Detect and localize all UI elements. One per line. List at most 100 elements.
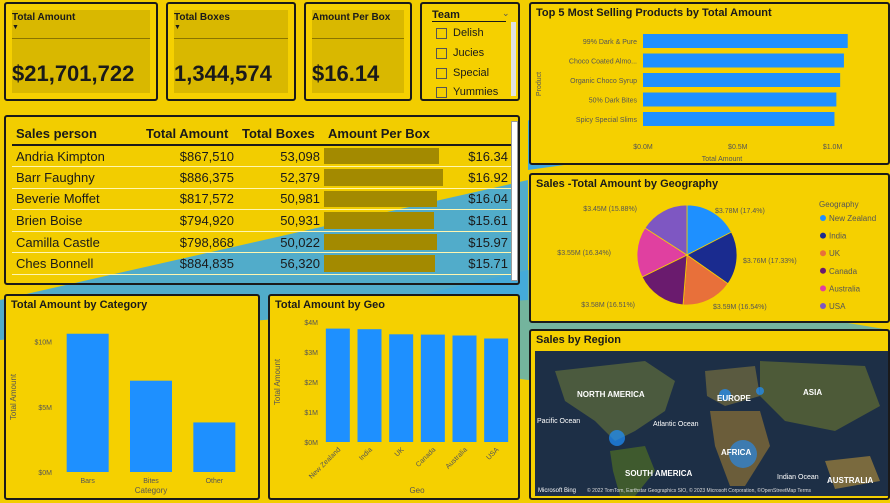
slicer-title: Team	[432, 9, 506, 22]
scrollbar[interactable]	[511, 22, 516, 96]
cell-boxes: 50,022	[238, 231, 324, 254]
cell-name: Ches Bonnell	[12, 252, 142, 276]
kpi-card-total-amount[interactable]: Total Amount ▼ $21,701,722	[4, 2, 158, 101]
cell-name: Beverie Moffet	[12, 188, 142, 211]
tick-label: $1.0M	[823, 144, 843, 151]
axis-label: Total Amount	[273, 358, 282, 405]
tick-label: Canada	[415, 446, 437, 468]
table-row[interactable]: Camilla Castle $798,868 50,022 $15.97	[12, 231, 512, 254]
slice-label: $3.78M (17.4%)	[715, 208, 765, 215]
tick-label: $0M	[304, 440, 318, 447]
cell-per-box: $15.61	[324, 209, 512, 232]
kpi-card-total-boxes[interactable]: Total Boxes ▼ 1,344,574	[166, 2, 296, 101]
column-header[interactable]: Total Boxes	[238, 123, 324, 146]
slicer-item-label: Jucies	[453, 47, 485, 59]
axis-label: Total Amount	[9, 373, 18, 420]
cell-amount: $867,510	[142, 145, 238, 168]
kpi-card-amount-per-box[interactable]: Amount Per Box $16.14	[304, 2, 412, 101]
legend-item: New Zealand	[829, 214, 876, 223]
slice-label: $3.76M (17.33%)	[743, 258, 797, 265]
cell-value: $16.34	[468, 148, 508, 164]
tick-label: $2M	[304, 380, 318, 387]
slicer-item[interactable]: Special	[436, 67, 489, 79]
chart-title: Total Amount by Category	[11, 299, 148, 311]
slicer-item[interactable]: Jucies	[436, 47, 484, 59]
map-label: ASIA	[803, 388, 822, 397]
divider	[312, 38, 404, 39]
bar	[389, 334, 414, 442]
cell-boxes: 52,379	[238, 166, 324, 189]
cell-value: $16.92	[468, 169, 508, 185]
cell-amount: $794,920	[142, 209, 238, 232]
legend-item: Canada	[829, 267, 858, 276]
kpi-label: Total Amount	[12, 12, 76, 23]
checkbox[interactable]	[436, 27, 447, 39]
cell-boxes: 56,320	[238, 252, 324, 276]
column-header[interactable]: Total Amount	[142, 123, 238, 146]
caret-down-icon: ▼	[174, 24, 181, 31]
chart-title: Top 5 Most Selling Products by Total Amo…	[536, 7, 772, 19]
tick-label: Other	[206, 478, 224, 485]
divider	[174, 38, 288, 39]
cell-name: Camilla Castle	[12, 231, 142, 254]
category-chart-card[interactable]: Total Amount by Category $0M $5M $10M Bars B…	[4, 294, 260, 500]
cell-name: Brien Boise	[12, 209, 142, 232]
kpi-label: Total Boxes	[174, 12, 230, 23]
cell-per-box: $15.97	[324, 231, 512, 254]
team-slicer[interactable]: Team ⌄ Delish Jucies Special Yummies	[420, 2, 520, 101]
bar	[643, 112, 835, 126]
checkbox[interactable]	[436, 86, 447, 98]
category-chart: $0M $5M $10M Bars Bites Other Category Total Am…	[9, 333, 236, 495]
table-row[interactable]: Beverie Moffet $817,572 50,981 $16.04	[12, 188, 512, 211]
chevron-down-icon[interactable]: ⌄	[502, 8, 510, 19]
checkbox[interactable]	[436, 47, 447, 59]
slicer-item-label: Delish	[453, 27, 484, 39]
table-row[interactable]: Brien Boise $794,920 50,931 $15.61	[12, 209, 512, 232]
table-row[interactable]: Andria Kimpton $867,510 53,098 $16.34	[12, 145, 512, 168]
cell-amount: $886,375	[142, 166, 238, 189]
column-header[interactable]: Amount Per Box	[324, 123, 512, 146]
map-label: AFRICA	[721, 448, 751, 457]
slicer-item-label: Special	[453, 67, 490, 79]
legend-title: Geography	[819, 200, 859, 209]
cell-per-box: $16.92	[324, 166, 512, 189]
geo-bar-card[interactable]: Total Amount by Geo $0M $1M $2M $3M $4M New Z…	[268, 294, 520, 500]
cell-name: Andria Kimpton	[12, 145, 142, 168]
map-label: Indian Ocean	[777, 474, 819, 481]
world-map[interactable]: NORTH AMERICA EUROPE ASIA Pacific Ocean …	[535, 351, 888, 496]
top5-chart: 99% Dark & Pure Choco Coated Almo... Organ…	[536, 34, 848, 163]
caret-down-icon: ▼	[12, 24, 19, 31]
bing-logo: Microsoft Bing	[538, 488, 576, 494]
region-map-card[interactable]: Sales by Region NORTH AMERICA EUROPE ASI…	[529, 329, 890, 500]
chart-title: Sales by Region	[536, 334, 621, 346]
column-header[interactable]: Sales person	[12, 123, 142, 146]
cell-value: $16.04	[468, 191, 508, 207]
cell-boxes: 50,931	[238, 209, 324, 232]
table-header-row: Sales person Total Amount Total Boxes Am…	[12, 123, 512, 146]
top5-products-card[interactable]: Top 5 Most Selling Products by Total Amo…	[529, 2, 890, 165]
cell-amount: $798,868	[142, 231, 238, 254]
map-bubble	[609, 430, 625, 446]
tick-label: $4M	[304, 320, 318, 327]
map-label: NORTH AMERICA	[577, 390, 645, 399]
legend-item: USA	[829, 302, 846, 311]
slicer-item[interactable]: Yummies	[436, 86, 498, 98]
bar	[643, 34, 848, 48]
tick-label: USA	[485, 446, 500, 461]
slice-label: $3.58M (16.51%)	[581, 302, 635, 309]
geo-pie-chart: $3.78M (17.4%) $3.76M (17.33%) $3.59M (16.…	[557, 200, 876, 311]
scrollbar[interactable]	[511, 121, 518, 281]
tick-label: Bars	[80, 478, 95, 485]
table-row[interactable]: Ches Bonnell $884,835 56,320 $15.71	[12, 252, 512, 276]
legend-item: India	[829, 232, 847, 241]
slicer-item[interactable]: Delish	[436, 27, 484, 39]
table-row[interactable]: Barr Faughny $886,375 52,379 $16.92	[12, 166, 512, 189]
legend-marker	[820, 215, 826, 221]
geo-pie-card[interactable]: Sales -Total Amount by Geography $3.78M …	[529, 173, 890, 323]
divider	[12, 38, 150, 39]
checkbox[interactable]	[436, 67, 447, 79]
kpi-value: $16.14	[312, 61, 380, 86]
chart-title: Total Amount by Geo	[275, 299, 385, 311]
bar	[484, 338, 509, 442]
sales-table-card[interactable]: Sales person Total Amount Total Boxes Am…	[4, 115, 520, 285]
